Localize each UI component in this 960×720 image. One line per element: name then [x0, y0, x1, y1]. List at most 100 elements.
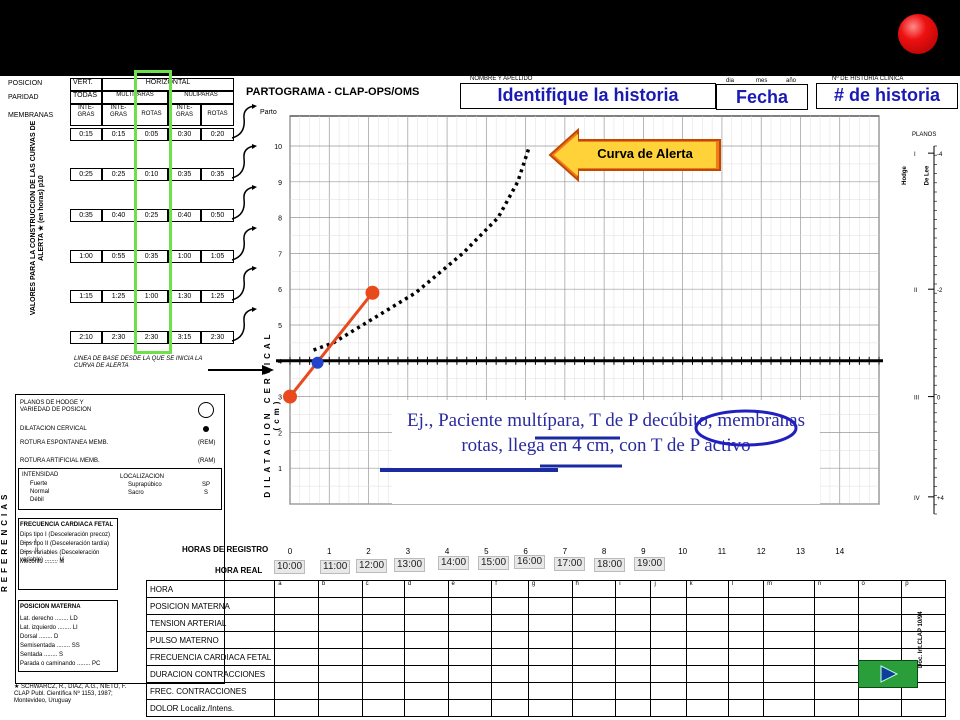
registro-cell[interactable] — [650, 665, 687, 683]
registro-cell[interactable] — [650, 699, 687, 717]
registro-cell[interactable] — [274, 699, 319, 717]
registro-cell[interactable]: a — [274, 580, 319, 598]
registro-cell[interactable] — [447, 631, 493, 649]
registro-cell[interactable] — [571, 631, 617, 649]
registro-cell[interactable] — [403, 648, 449, 666]
registro-cell[interactable]: m — [763, 580, 815, 598]
registro-cell[interactable]: f — [491, 580, 529, 598]
registro-cell[interactable] — [727, 699, 765, 717]
registro-cell[interactable] — [813, 597, 859, 615]
record-button[interactable] — [898, 14, 938, 54]
registro-cell[interactable] — [491, 665, 529, 683]
registro-cell[interactable] — [727, 665, 765, 683]
registro-cell[interactable] — [857, 597, 903, 615]
registro-cell[interactable] — [447, 682, 493, 700]
registro-cell[interactable] — [615, 665, 652, 683]
registro-cell[interactable]: e — [447, 580, 493, 598]
registro-cell[interactable] — [813, 631, 859, 649]
registro-cell[interactable] — [317, 614, 363, 632]
registro-cell[interactable] — [763, 699, 815, 717]
registro-cell[interactable]: b — [317, 580, 363, 598]
registro-cell[interactable] — [491, 614, 529, 632]
registro-cell[interactable] — [571, 665, 617, 683]
registro-cell[interactable] — [813, 648, 859, 666]
registro-cell[interactable] — [615, 699, 652, 717]
registro-cell[interactable] — [763, 631, 815, 649]
registro-cell[interactable] — [650, 682, 687, 700]
registro-cell[interactable] — [274, 682, 319, 700]
registro-cell[interactable] — [813, 665, 859, 683]
registro-cell[interactable] — [403, 699, 449, 717]
registro-cell[interactable] — [763, 682, 815, 700]
registro-cell[interactable] — [901, 699, 946, 717]
registro-cell[interactable] — [447, 648, 493, 666]
registro-cell[interactable] — [527, 699, 573, 717]
registro-cell[interactable] — [447, 597, 493, 615]
registro-cell[interactable] — [317, 682, 363, 700]
registro-cell[interactable]: j — [650, 580, 687, 598]
registro-cell[interactable]: o — [857, 580, 903, 598]
registro-cell[interactable] — [650, 631, 687, 649]
registro-cell[interactable]: l — [727, 580, 765, 598]
registro-cell[interactable] — [403, 597, 449, 615]
registro-cell[interactable] — [727, 597, 765, 615]
registro-cell[interactable] — [317, 665, 363, 683]
registro-cell[interactable] — [650, 614, 687, 632]
registro-cell[interactable] — [491, 597, 529, 615]
registro-cell[interactable] — [813, 682, 859, 700]
registro-cell[interactable] — [615, 682, 652, 700]
registro-cell[interactable] — [813, 699, 859, 717]
registro-cell[interactable] — [527, 665, 573, 683]
registro-cell[interactable] — [685, 614, 729, 632]
registro-cell[interactable] — [763, 597, 815, 615]
registro-cell[interactable] — [274, 648, 319, 666]
registro-cell[interactable] — [727, 648, 765, 666]
registro-cell[interactable] — [857, 699, 903, 717]
registro-cell[interactable] — [571, 699, 617, 717]
registro-cell[interactable] — [727, 614, 765, 632]
registro-cell[interactable] — [527, 682, 573, 700]
registro-cell[interactable] — [763, 614, 815, 632]
registro-cell[interactable] — [727, 682, 765, 700]
registro-cell[interactable] — [274, 597, 319, 615]
registro-cell[interactable] — [361, 665, 405, 683]
registro-cell[interactable] — [571, 648, 617, 666]
registro-cell[interactable] — [727, 631, 765, 649]
registro-cell[interactable] — [685, 682, 729, 700]
registro-cell[interactable] — [447, 665, 493, 683]
registro-cell[interactable]: i — [615, 580, 652, 598]
registro-cell[interactable] — [763, 665, 815, 683]
registro-cell[interactable] — [317, 699, 363, 717]
registro-cell[interactable] — [650, 648, 687, 666]
registro-cell[interactable] — [685, 648, 729, 666]
registro-cell[interactable]: d — [403, 580, 449, 598]
registro-cell[interactable] — [361, 597, 405, 615]
registro-cell[interactable] — [615, 597, 652, 615]
registro-cell[interactable] — [317, 648, 363, 666]
registro-cell[interactable] — [857, 631, 903, 649]
registro-cell[interactable] — [274, 631, 319, 649]
registro-cell[interactable]: h — [571, 580, 617, 598]
registro-cell[interactable] — [615, 614, 652, 632]
registro-cell[interactable]: k — [685, 580, 729, 598]
registro-cell[interactable] — [685, 631, 729, 649]
registro-cell[interactable] — [685, 597, 729, 615]
registro-cell[interactable] — [685, 699, 729, 717]
registro-cell[interactable] — [361, 614, 405, 632]
registro-cell[interactable] — [403, 665, 449, 683]
registro-cell[interactable] — [447, 614, 493, 632]
registro-cell[interactable] — [403, 631, 449, 649]
registro-cell[interactable] — [491, 648, 529, 666]
registro-cell[interactable] — [274, 614, 319, 632]
registro-cell[interactable]: g — [527, 580, 573, 598]
registro-cell[interactable] — [527, 614, 573, 632]
registro-cell[interactable] — [857, 614, 903, 632]
registro-cell[interactable] — [274, 665, 319, 683]
registro-cell[interactable] — [571, 597, 617, 615]
registro-cell[interactable]: p — [901, 580, 946, 598]
registro-cell[interactable] — [571, 682, 617, 700]
registro-cell[interactable] — [615, 631, 652, 649]
registro-cell[interactable] — [491, 631, 529, 649]
registro-cell[interactable] — [317, 631, 363, 649]
registro-cell[interactable] — [447, 699, 493, 717]
